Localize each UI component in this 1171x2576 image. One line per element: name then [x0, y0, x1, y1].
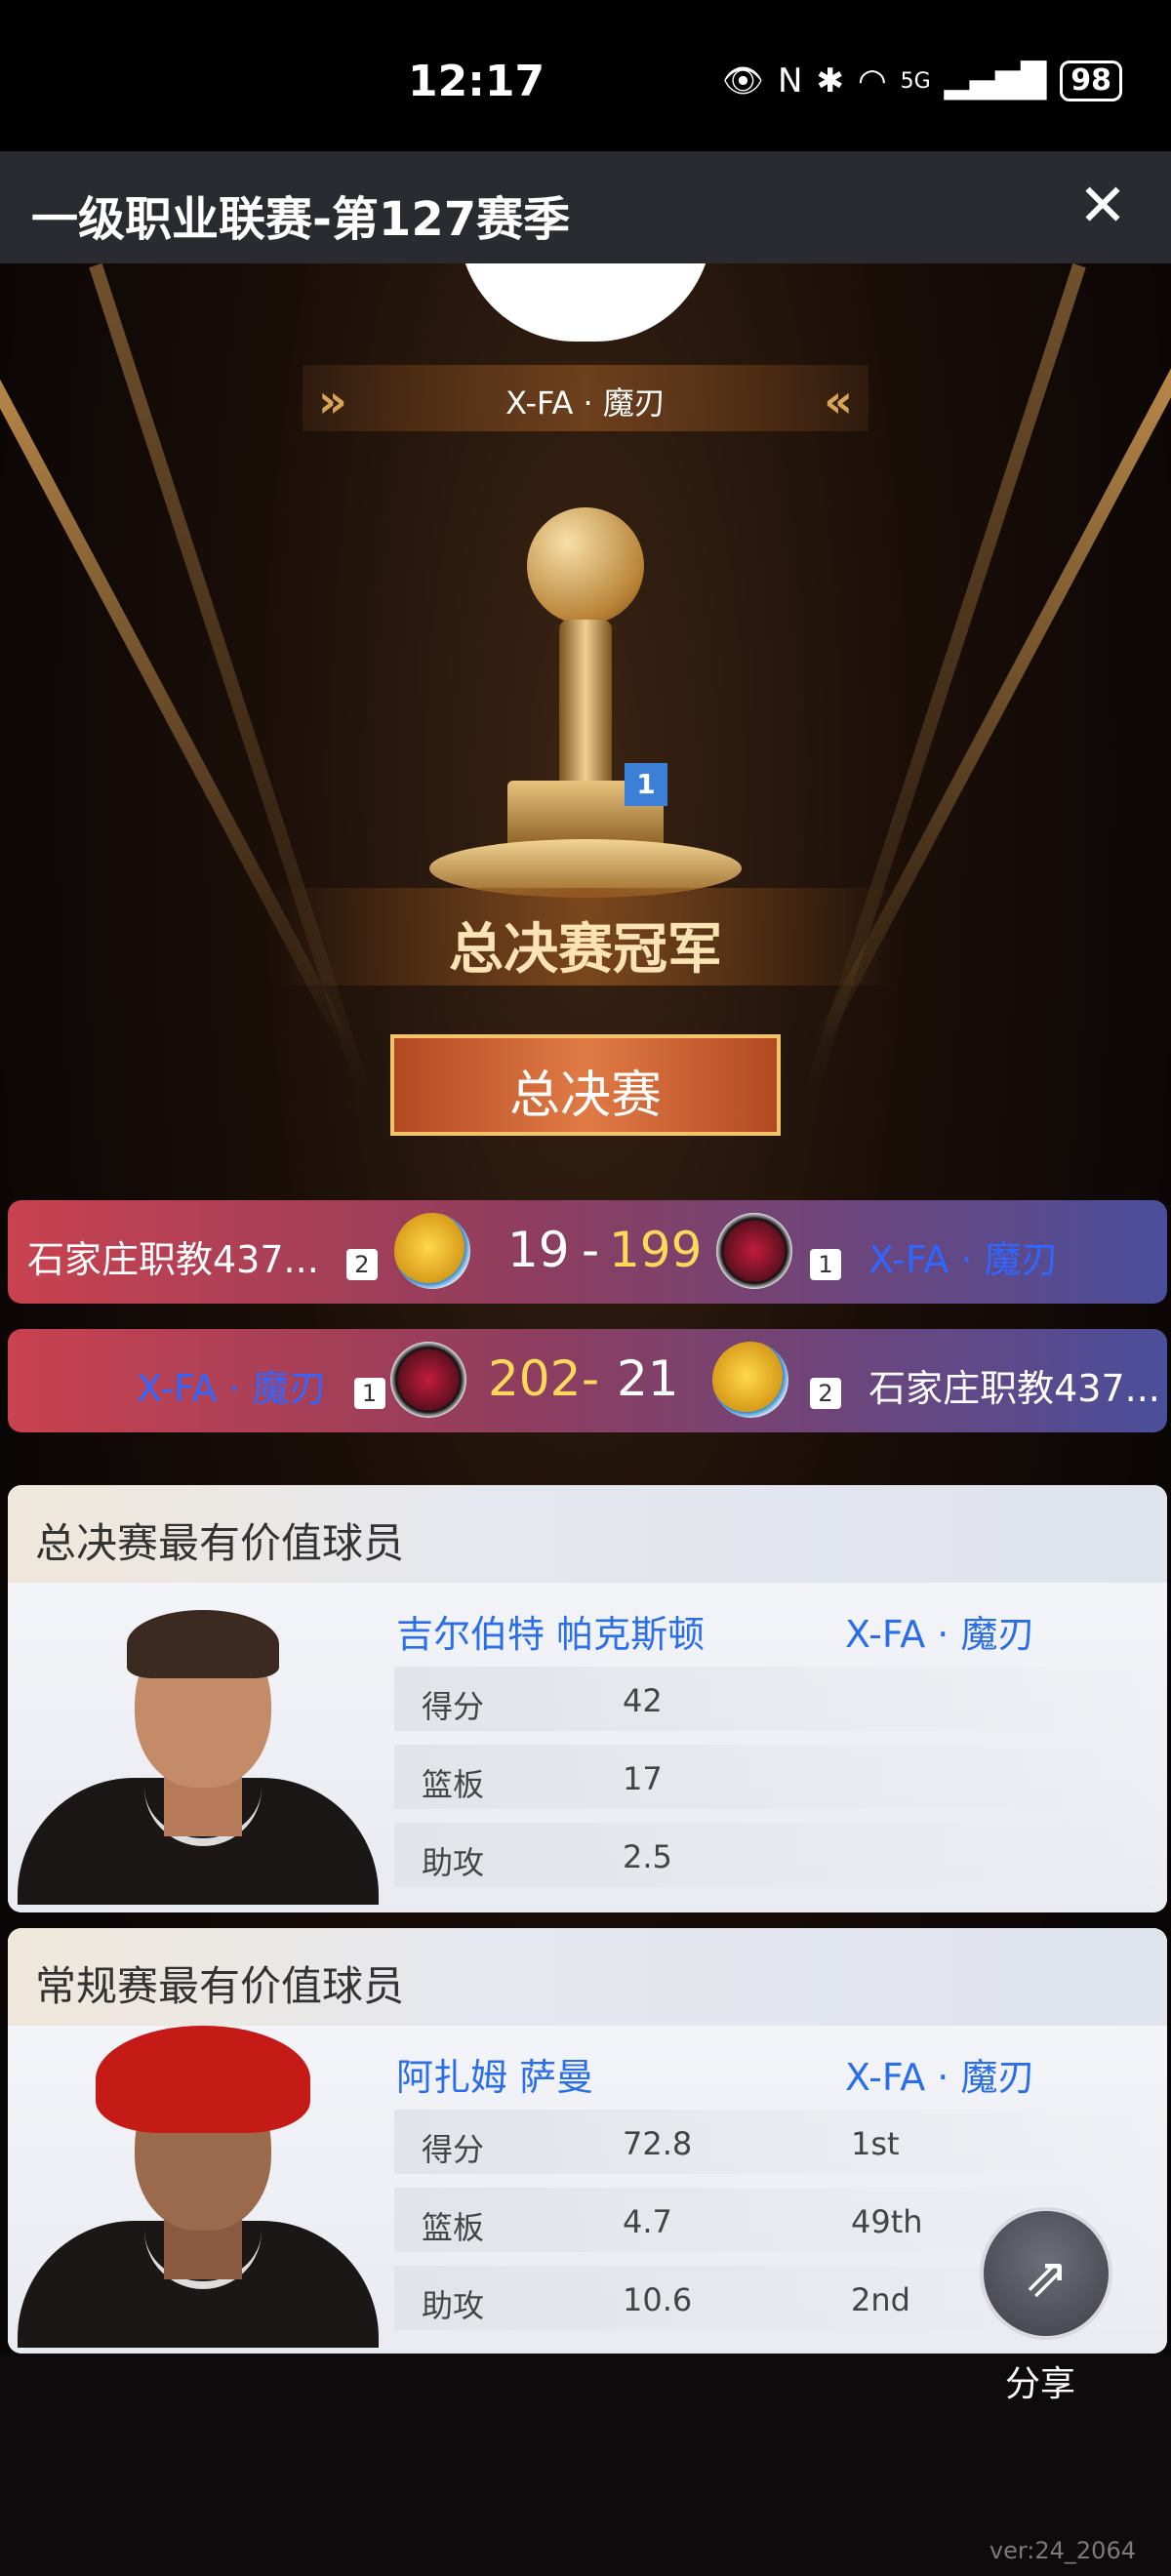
stat-value: 4.7 — [623, 2203, 672, 2240]
away-team-rank: 1 — [810, 1249, 841, 1280]
player-team: X-FA · 魔刃 — [845, 2056, 1035, 2099]
chevron-left-icon: « — [824, 375, 853, 427]
home-team-name: 石家庄职教437... — [27, 1238, 319, 1281]
share-label: 分享 — [1005, 2364, 1076, 2404]
stat-value: 42 — [623, 1682, 663, 1719]
card-title: 常规赛最有价值球员 — [35, 1962, 405, 2010]
battery-level: 98 — [1060, 60, 1122, 101]
stat-value: 2.5 — [623, 1838, 672, 1875]
hair — [96, 2026, 310, 2133]
version-label: ver:24_2064 — [989, 2537, 1136, 2564]
away-score: 21 — [617, 1350, 679, 1407]
home-team: X-FA · 魔刃 1 — [137, 1358, 385, 1412]
close-button[interactable]: ✕ — [1071, 175, 1134, 237]
game-result-row[interactable]: 石家庄职教437... 2 19 - 199 1 X-FA · 魔刃 — [8, 1200, 1167, 1304]
team-logo-icon — [390, 1342, 466, 1418]
status-time: 12:17 — [408, 57, 545, 106]
share-icon: ⇗ — [1023, 2246, 1070, 2310]
champion-hero: » X-FA · 魔刃 « 1 总决赛冠军 总决赛 — [0, 263, 1171, 1200]
status-bar: 12:17 👁 N ✱ ◠ 5G ▂▄▆█ 98 — [0, 0, 1171, 151]
page-title: 一级职业联赛-第127赛季 — [31, 192, 571, 247]
away-team-rank: 2 — [810, 1378, 841, 1409]
home-team-rank: 1 — [353, 1378, 385, 1409]
away-score: 199 — [609, 1222, 703, 1278]
team-logo-icon — [712, 1342, 788, 1418]
hair — [127, 1610, 279, 1678]
card-title: 总决赛最有价值球员 — [35, 1519, 405, 1567]
player-avatar — [18, 1592, 379, 1905]
home-score: 19 — [507, 1222, 570, 1278]
page: 12:17 👁 N ✱ ◠ 5G ▂▄▆█ 98 一级职业联赛-第127赛季 ✕… — [0, 0, 1171, 2576]
nfc-icon: N — [778, 61, 803, 101]
champion-team-name: X-FA · 魔刃 — [505, 384, 666, 422]
team-logo-icon — [459, 263, 712, 342]
team-logo-icon — [394, 1213, 470, 1289]
stat-rank: 1st — [851, 2125, 900, 2162]
finals-mvp-card[interactable]: 总决赛最有价值球员 吉尔伯特 帕克斯顿 X-FA · 魔刃 得分 42 篮板 1… — [8, 1485, 1167, 1912]
player-avatar — [18, 2026, 379, 2348]
player-name: 吉尔伯特 帕克斯顿 — [396, 1613, 706, 1656]
card-header: 常规赛最有价值球员 — [8, 1928, 1167, 2026]
stat-label: 得分 — [422, 1688, 485, 1725]
team-banner: » X-FA · 魔刃 « — [303, 365, 868, 431]
status-icons: 👁 N ✱ ◠ 5G ▂▄▆█ 98 — [722, 60, 1122, 101]
share-button[interactable]: ⇗ — [980, 2207, 1112, 2340]
eye-icon: 👁 — [721, 61, 764, 101]
stat-rank: 49th — [851, 2203, 923, 2240]
away-team: 1 X-FA · 魔刃 — [810, 1229, 1059, 1283]
stat-rank: 2nd — [851, 2281, 910, 2318]
champion-plate: 总决赛冠军 — [273, 888, 898, 986]
stat-row: 助攻 2.5 — [394, 1823, 1165, 1887]
card-header: 总决赛最有价值球员 — [8, 1485, 1167, 1583]
home-score: 202 — [488, 1350, 582, 1407]
stat-label: 篮板 — [422, 1766, 485, 1803]
stat-value: 17 — [623, 1760, 663, 1797]
stat-label: 助攻 — [422, 2287, 485, 2324]
stat-value: 10.6 — [623, 2281, 693, 2318]
bluetooth-icon: ✱ — [816, 61, 844, 101]
stat-value: 72.8 — [623, 2125, 693, 2162]
stat-row: 篮板 17 — [394, 1745, 1165, 1809]
score-separator: - — [582, 1350, 600, 1407]
score-separator: - — [582, 1222, 600, 1278]
stat-label: 助攻 — [422, 1844, 485, 1881]
stat-label: 篮板 — [422, 2209, 485, 2246]
trophy-icon — [527, 507, 644, 624]
finals-tag: 总决赛 — [361, 1034, 810, 1136]
game-result-row[interactable]: X-FA · 魔刃 1 202 - 21 2 石家庄职教437... — [8, 1329, 1167, 1432]
team-logo-icon — [716, 1213, 792, 1289]
player-team: X-FA · 魔刃 — [845, 1613, 1035, 1656]
away-team-name: 石家庄职教437... — [868, 1367, 1160, 1410]
close-icon: ✕ — [1077, 172, 1128, 240]
network-label: 5G — [900, 68, 931, 94]
champion-title: 总决赛冠军 — [449, 918, 722, 982]
away-team: 2 石家庄职教437... — [810, 1358, 1160, 1412]
away-team-name: X-FA · 魔刃 — [868, 1238, 1059, 1281]
trophy-count-badge: 1 — [625, 763, 667, 806]
finals-tag-label: 总决赛 — [508, 1067, 662, 1125]
player-name: 阿扎姆 萨曼 — [396, 2056, 594, 2099]
signal-icon: ▂▄▆█ — [944, 61, 1047, 101]
home-team-rank: 2 — [345, 1249, 378, 1280]
home-team: 石家庄职教437... 2 — [27, 1229, 378, 1283]
stat-label: 得分 — [422, 2131, 485, 2168]
card-body: 吉尔伯特 帕克斯顿 X-FA · 魔刃 得分 42 篮板 17 助攻 2.5 — [8, 1583, 1167, 1912]
stat-row: 得分 72.8 1st — [394, 2110, 1165, 2174]
title-bar: 一级职业联赛-第127赛季 ✕ — [0, 151, 1171, 263]
home-team-name: X-FA · 魔刃 — [137, 1367, 327, 1410]
wifi-icon: ◠ — [857, 61, 887, 101]
stat-row: 得分 42 — [394, 1667, 1165, 1731]
